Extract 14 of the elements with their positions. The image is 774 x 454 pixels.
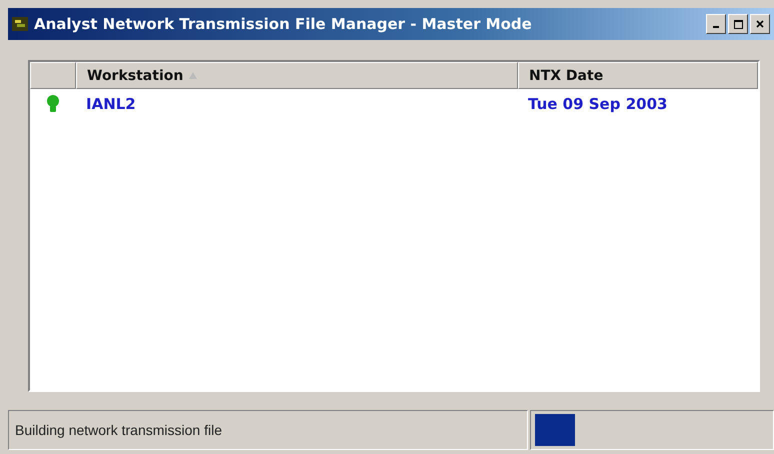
maximize-icon: [734, 20, 742, 28]
column-header[interactable]: Workstation: [76, 62, 518, 89]
status-text: Building network transmission file: [8, 410, 528, 450]
app-icon: [12, 17, 28, 31]
column-header[interactable]: [30, 62, 76, 89]
close-icon: [756, 20, 764, 28]
window-title: Analyst Network Transmission File Manager - Master Mode: [34, 15, 532, 33]
minimize-button[interactable]: [706, 14, 726, 34]
maximize-button[interactable]: [728, 14, 748, 34]
table-cell-text: Tue 09 Sep 2003: [527, 95, 668, 113]
sort-arrow-icon: [189, 72, 198, 79]
close-button[interactable]: [750, 14, 770, 34]
table-cell-text: IANL2: [85, 95, 137, 113]
column-header[interactable]: NTX Date: [518, 62, 758, 89]
